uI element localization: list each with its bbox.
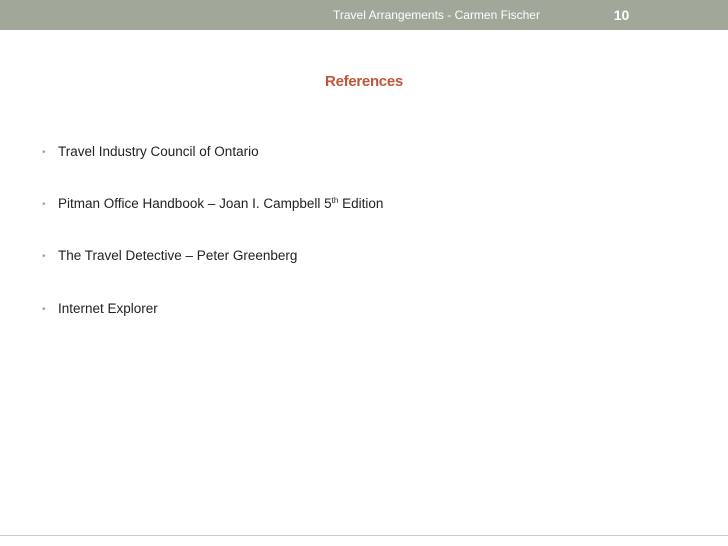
- list-item: • The Travel Detective – Peter Greenberg: [42, 248, 297, 265]
- slide-title: References: [325, 73, 403, 90]
- footer-divider: [0, 535, 728, 536]
- reference-text: Travel Industry Council of Ontario: [58, 144, 259, 159]
- slide-number-box: 10: [599, 0, 644, 30]
- presentation-title: Travel Arrangements - Carmen Fischer: [333, 8, 540, 22]
- reference-text: Internet Explorer: [58, 301, 158, 316]
- list-item: • Internet Explorer: [42, 301, 158, 318]
- slide-number: 10: [613, 7, 630, 23]
- bullet-dot-icon: •: [42, 199, 46, 210]
- list-item: • Pitman Office Handbook – Joan I. Campbe…: [42, 196, 383, 213]
- reference-text: Pitman Office Handbook – Joan I. Campbel…: [58, 196, 383, 211]
- list-item: • Travel Industry Council of Ontario: [42, 144, 259, 161]
- bullet-dot-icon: •: [42, 147, 46, 158]
- bullet-dot-icon: •: [42, 251, 46, 262]
- reference-text: The Travel Detective – Peter Greenberg: [58, 248, 298, 263]
- bullet-dot-icon: •: [42, 304, 46, 315]
- reference-text-main: Pitman Office Handbook – Joan I. Campbel…: [58, 196, 332, 211]
- reference-text-end: Edition: [338, 196, 384, 211]
